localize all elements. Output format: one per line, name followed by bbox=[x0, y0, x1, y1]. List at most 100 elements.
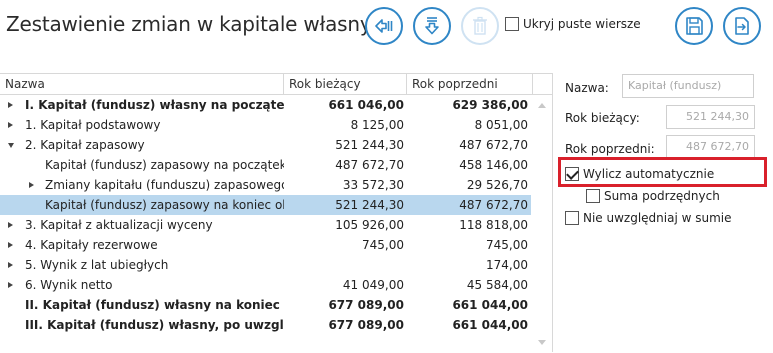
cell-name: III. Kapitał (fundusz) własny, po uwzglę… bbox=[0, 315, 284, 335]
header: Zestawienie zmian w kapitale własnym Ukr… bbox=[0, 0, 773, 58]
name-field[interactable]: Kapitał (fundusz) bbox=[622, 74, 754, 98]
hide-empty-rows-box[interactable] bbox=[505, 17, 519, 31]
table-row[interactable]: Zmiany kapitału (funduszu) zapasowego 33 … bbox=[0, 175, 533, 195]
auto-calculate-box[interactable] bbox=[565, 167, 579, 181]
cell-current-year bbox=[284, 255, 407, 275]
export-icon bbox=[735, 17, 749, 35]
exclude-from-sum-checkbox[interactable]: Nie uwzględniaj w sumie bbox=[565, 211, 732, 225]
cell-current-year: 8 125,00 bbox=[350, 118, 404, 132]
cell-name: Zmiany kapitału (funduszu) zapasowego bbox=[0, 175, 284, 195]
previous-year-field[interactable]: 487 672,70 bbox=[666, 135, 755, 159]
column-header-current-year[interactable]: Rok bieżący bbox=[284, 74, 407, 95]
cell-name: II. Kapitał (fundusz) własny na koniec o… bbox=[0, 295, 284, 315]
trash-icon bbox=[473, 16, 487, 35]
cell-previous-year: 45 584,00 bbox=[466, 278, 528, 292]
table-row[interactable]: 5. Wynik z lat ubiegłych 174,00 bbox=[0, 255, 533, 275]
current-year-label: Rok bieżący: bbox=[565, 111, 640, 125]
table-row[interactable]: 4. Kapitały rezerwowe 745,00 745,00 bbox=[0, 235, 533, 255]
auto-calculate-label: Wylicz automatycznie bbox=[583, 167, 715, 181]
cell-previous-year: 118 818,00 bbox=[459, 218, 528, 232]
capital-changes-grid: Nazwa Rok bieżący Rok poprzedni I. Kapit… bbox=[0, 73, 552, 353]
expand-arrow-icon[interactable] bbox=[8, 122, 13, 128]
table-row[interactable]: Kapitał (fundusz) zapasowy na koniec okr… bbox=[0, 195, 533, 215]
column-header-name[interactable]: Nazwa bbox=[0, 74, 284, 95]
cell-previous-year: 661 044,00 bbox=[452, 298, 528, 312]
cell-current-year: 33 572,30 bbox=[342, 178, 404, 192]
cell-name: 1. Kapitał podstawowy bbox=[0, 115, 284, 135]
cell-previous-year: 661 044,00 bbox=[452, 318, 528, 332]
previous-year-label: Rok poprzedni: bbox=[565, 142, 655, 156]
expand-arrow-icon[interactable] bbox=[8, 222, 13, 228]
sub-sum-box[interactable] bbox=[586, 189, 600, 203]
grid-header: Nazwa Rok bieżący Rok poprzedni bbox=[0, 74, 552, 95]
cell-current-year: 487 672,70 bbox=[335, 158, 404, 172]
cell-previous-year: 487 672,70 bbox=[459, 138, 528, 152]
delete-button[interactable] bbox=[461, 7, 499, 45]
save-button[interactable] bbox=[675, 7, 713, 45]
exclude-from-sum-label: Nie uwzględniaj w sumie bbox=[583, 211, 732, 225]
expand-arrow-icon[interactable] bbox=[8, 102, 13, 108]
row-name-text: 4. Kapitały rezerwowe bbox=[25, 238, 158, 252]
name-label: Nazwa: bbox=[565, 81, 609, 95]
page-title: Zestawienie zmian w kapitale własnym bbox=[6, 12, 391, 36]
grid-rows: I. Kapitał (fundusz) własny na początek … bbox=[0, 95, 533, 335]
cell-previous-year: 174,00 bbox=[486, 258, 528, 272]
export-button[interactable] bbox=[723, 7, 761, 45]
download-icon bbox=[425, 17, 439, 35]
cell-previous-year: 29 526,70 bbox=[466, 178, 528, 192]
cell-previous-year: 745,00 bbox=[486, 238, 528, 252]
table-row[interactable]: Kapitał (fundusz) zapasowy na początek o… bbox=[0, 155, 533, 175]
scroll-down-icon[interactable] bbox=[538, 340, 546, 345]
table-row[interactable]: III. Kapitał (fundusz) własny, po uwzglę… bbox=[0, 315, 533, 335]
row-name-text: 6. Wynik netto bbox=[25, 278, 113, 292]
row-name-text: 1. Kapitał podstawowy bbox=[25, 118, 161, 132]
expand-arrow-icon[interactable] bbox=[8, 262, 13, 268]
cell-previous-year: 629 386,00 bbox=[452, 98, 528, 112]
table-row[interactable]: 6. Wynik netto 41 049,00 45 584,00 bbox=[0, 275, 533, 295]
panel-divider bbox=[552, 73, 553, 352]
cell-name: 2. Kapitał zapasowy bbox=[0, 135, 284, 155]
import-icon bbox=[375, 19, 393, 33]
cell-current-year: 661 046,00 bbox=[328, 98, 404, 112]
table-row[interactable]: 2. Kapitał zapasowy 521 244,30 487 672,70 bbox=[0, 135, 533, 155]
row-name-text: 5. Wynik z lat ubiegłych bbox=[25, 258, 169, 272]
row-name-text: II. Kapitał (fundusz) własny na koniec o… bbox=[25, 298, 284, 312]
row-name-text: 2. Kapitał zapasowy bbox=[25, 138, 145, 152]
auto-calculate-checkbox[interactable]: Wylicz automatycznie bbox=[565, 167, 714, 181]
cell-current-year: 745,00 bbox=[362, 238, 404, 252]
cell-name: Kapitał (fundusz) zapasowy na początek o… bbox=[0, 155, 284, 175]
table-row[interactable]: II. Kapitał (fundusz) własny na koniec o… bbox=[0, 295, 533, 315]
cell-current-year: 105 926,00 bbox=[335, 218, 404, 232]
exclude-from-sum-box[interactable] bbox=[565, 211, 579, 225]
cell-name: I. Kapitał (fundusz) własny na początek … bbox=[0, 95, 284, 115]
column-header-previous-year[interactable]: Rok poprzedni bbox=[407, 74, 533, 95]
row-name-text: I. Kapitał (fundusz) własny na początek … bbox=[25, 98, 284, 112]
hide-empty-rows-checkbox[interactable]: Ukryj puste wiersze bbox=[505, 17, 641, 31]
collapse-arrow-icon[interactable] bbox=[8, 143, 14, 148]
cell-name: 4. Kapitały rezerwowe bbox=[0, 235, 284, 255]
cell-current-year: 41 049,00 bbox=[342, 278, 404, 292]
download-button[interactable] bbox=[413, 7, 451, 45]
cell-name: Kapitał (fundusz) zapasowy na koniec okr… bbox=[0, 195, 284, 215]
sub-sum-checkbox[interactable]: Suma podrzędnych bbox=[586, 189, 720, 203]
import-button[interactable] bbox=[365, 7, 403, 45]
expand-arrow-icon[interactable] bbox=[29, 182, 34, 188]
row-name-text: Zmiany kapitału (funduszu) zapasowego bbox=[45, 178, 284, 192]
row-name-text: Kapitał (fundusz) zapasowy na koniec okr… bbox=[45, 198, 284, 212]
save-icon bbox=[686, 17, 703, 35]
cell-previous-year: 8 051,00 bbox=[474, 118, 528, 132]
cell-name: 3. Kapitał z aktualizacji wyceny bbox=[0, 215, 284, 235]
expand-arrow-icon[interactable] bbox=[8, 282, 13, 288]
expand-arrow-icon[interactable] bbox=[8, 242, 13, 248]
cell-name: 5. Wynik z lat ubiegłych bbox=[0, 255, 284, 275]
table-row[interactable]: 1. Kapitał podstawowy 8 125,00 8 051,00 bbox=[0, 115, 533, 135]
hide-empty-rows-label: Ukryj puste wiersze bbox=[523, 17, 641, 31]
row-name-text: Kapitał (fundusz) zapasowy na początek o… bbox=[45, 158, 284, 172]
cell-current-year: 521 244,30 bbox=[335, 138, 404, 152]
grid-scrollbar[interactable] bbox=[533, 95, 552, 353]
table-row[interactable]: I. Kapitał (fundusz) własny na początek … bbox=[0, 95, 533, 115]
row-name-text: 3. Kapitał z aktualizacji wyceny bbox=[25, 218, 213, 232]
scroll-up-icon[interactable] bbox=[538, 103, 546, 108]
table-row[interactable]: 3. Kapitał z aktualizacji wyceny 105 926,… bbox=[0, 215, 533, 235]
current-year-field[interactable]: 521 244,30 bbox=[666, 105, 755, 129]
